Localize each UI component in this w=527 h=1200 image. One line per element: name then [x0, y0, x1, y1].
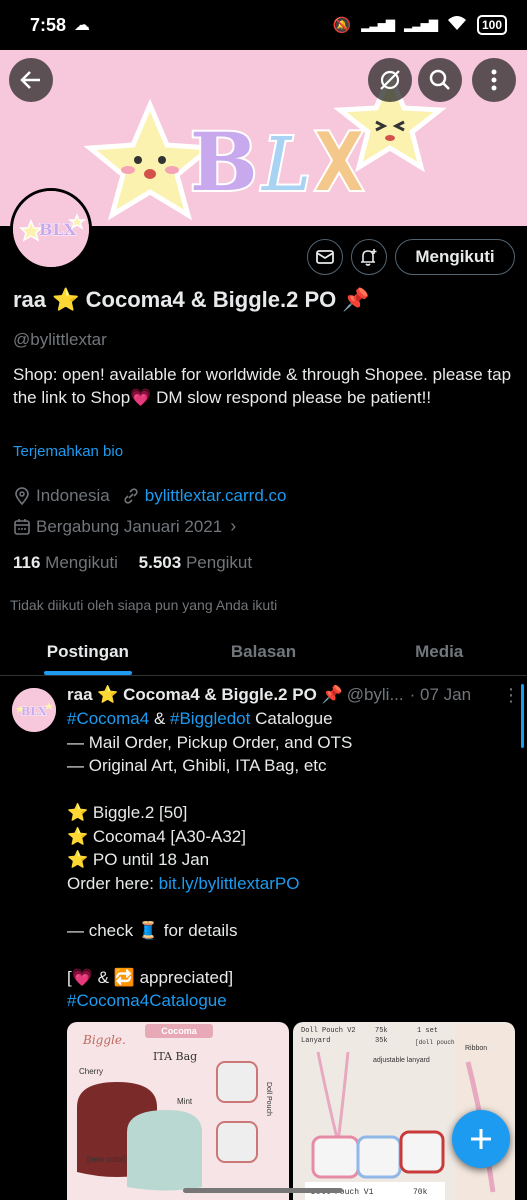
wifi-icon — [447, 15, 467, 35]
bell-plus-icon — [361, 249, 377, 266]
profile-handle: @bylittlextar — [13, 330, 107, 349]
media-price2: 35k — [375, 1037, 388, 1045]
profile-avatar[interactable]: BLX — [10, 188, 92, 270]
post-avatar[interactable]: BLX — [12, 688, 56, 732]
followers-count: 5.503 — [138, 553, 182, 572]
media-new-color: [new color] — [87, 1155, 126, 1164]
scrollbar[interactable] — [521, 684, 524, 748]
post-line6: ⭐ PO until 18 Jan — [67, 850, 210, 869]
post-text: #Cocoma4 & #Biggledot Catalogue — Mail O… — [67, 707, 512, 1013]
search-icon — [429, 69, 450, 90]
post-date: · 07 Jan — [409, 685, 472, 704]
post-author-handle: @byli... — [346, 685, 404, 704]
grok-icon — [380, 70, 400, 90]
media-ribbon: Ribbon — [465, 1045, 487, 1052]
arrow-left-icon — [20, 71, 40, 89]
followers-label: Pengikut — [185, 553, 253, 572]
hashtag-biggledot[interactable]: #Biggledot — [170, 709, 250, 728]
post-more-icon[interactable]: ⋮ — [502, 685, 520, 706]
back-button[interactable] — [9, 58, 53, 102]
battery-icon: 100 — [476, 15, 507, 35]
location-pin-icon — [15, 487, 29, 505]
signal-icon: ▂▃▅▇ — [361, 18, 395, 32]
following-stat[interactable]: 116 Mengikuti — [13, 553, 118, 572]
post-header: raa ⭐ Cocoma4 & Biggle.2 PO 📌 @byli... ·… — [67, 685, 517, 705]
cloud-icon: ☁ — [74, 17, 91, 34]
media-mint: Mint — [177, 1097, 193, 1106]
svg-text:BLX: BLX — [39, 220, 77, 239]
status-icons: 🔕 ▂▃▅▇ ▂▃▅▇ 100 — [332, 15, 507, 35]
compose-button[interactable] — [452, 1110, 510, 1168]
post-line4: ⭐ Biggle.2 [50] — [67, 803, 188, 822]
post-line1-rest: Catalogue — [250, 709, 333, 728]
media-set-label: 1 set — [417, 1027, 438, 1035]
profile-tabs: Postingan Balasan Media — [0, 628, 527, 676]
tab-media[interactable]: Media — [351, 628, 527, 675]
svg-text:L: L — [260, 122, 311, 208]
gesture-nav-bar[interactable] — [183, 1188, 343, 1193]
profile-meta-location-row: Indonesia bylittlextar.carrd.co — [13, 486, 286, 506]
svg-text:BLX: BLX — [21, 705, 47, 718]
post-line8: — check 🧵 for details — [67, 920, 238, 940]
following-button[interactable]: Mengikuti — [395, 239, 515, 275]
svg-text:B: B — [190, 115, 258, 209]
mute-icon: 🔕 — [332, 17, 352, 34]
post-media-left[interactable]: Cocoma Biggle. ITA Bag Cherry Mint [new … — [67, 1022, 289, 1200]
notification-button[interactable] — [351, 239, 387, 275]
post-line3: — Original Art, Ghibli, ITA Bag, etc — [67, 756, 327, 775]
post-amp: & — [149, 709, 171, 728]
plus-icon — [471, 1129, 491, 1149]
media-doll-pouch: Doll Pouch — [265, 1082, 272, 1116]
media-pouch-v2: Doll Pouch V2 — [301, 1027, 356, 1035]
following-label: Mengikuti — [45, 553, 118, 572]
translate-bio-link[interactable]: Terjemahkan bio — [13, 443, 123, 460]
hashtag-cocoma4catalogue[interactable]: #Cocoma4Catalogue — [67, 991, 227, 1010]
avatar-logo: BLX — [13, 191, 89, 267]
profile-joined: Bergabung Januari 2021 — [36, 516, 223, 536]
profile-bio: Shop: open! available for worldwide & th… — [13, 365, 512, 407]
not-followed-text: Tidak diikuti oleh siapa pun yang Anda i… — [10, 597, 278, 613]
media-title: Cocoma — [161, 1026, 198, 1036]
media-price-v1: 70k — [413, 1188, 428, 1197]
status-time: 7:58 — [30, 14, 67, 35]
link-icon — [124, 488, 138, 504]
calendar-icon — [14, 518, 30, 535]
more-options-button[interactable] — [472, 58, 516, 102]
tab-posts[interactable]: Postingan — [0, 628, 176, 675]
media-cherry: Cherry — [79, 1067, 103, 1076]
post-line2: — Mail Order, Pickup Order, and OTS — [67, 732, 353, 752]
profile-meta-joined-row: Bergabung Januari 2021 › — [13, 516, 236, 537]
signal-icon-2: ▂▃▅▇ — [404, 18, 438, 32]
search-button[interactable] — [418, 58, 462, 102]
post-order-prefix: Order here: — [67, 873, 159, 893]
chevron-right-icon[interactable]: › — [230, 516, 236, 537]
post-line5: ⭐ Cocoma4 [A30-A32] — [67, 826, 246, 846]
status-bar: 7:58 ☁ 🔕 ▂▃▅▇ ▂▃▅▇ 100 — [0, 0, 527, 50]
grok-button[interactable] — [368, 58, 412, 102]
profile-location: Indonesia — [36, 486, 110, 505]
tab-replies[interactable]: Balasan — [176, 628, 352, 675]
more-vertical-icon — [491, 69, 497, 91]
post-order-link[interactable]: bit.ly/bylittlextarPO — [159, 874, 300, 893]
catalogue-image-bags: Cocoma Biggle. ITA Bag Cherry Mint [new … — [67, 1022, 289, 1200]
envelope-icon — [316, 250, 334, 264]
profile-name: raa ⭐ Cocoma4 & Biggle.2 PO 📌 — [13, 287, 370, 312]
following-count: 116 — [13, 553, 41, 572]
media-lanyard: Lanyard — [301, 1037, 330, 1045]
post-line9: [💗 & 🔁 appreciated] — [67, 967, 234, 987]
svg-text:X: X — [315, 116, 363, 209]
followers-stat[interactable]: 5.503 Pengikut — [139, 553, 252, 572]
profile-website-link[interactable]: bylittlextar.carrd.co — [145, 486, 287, 506]
hashtag-cocoma4[interactable]: #Cocoma4 — [67, 709, 149, 728]
media-price1: 75k — [375, 1027, 388, 1035]
media-brand: Biggle. — [82, 1033, 126, 1047]
media-adj: adjustable lanyard — [373, 1057, 430, 1064]
media-bag-label: ITA Bag — [153, 1050, 197, 1063]
post-avatar-logo: BLX — [12, 688, 56, 732]
post-author-name[interactable]: raa ⭐ Cocoma4 & Biggle.2 PO 📌 — [67, 685, 343, 705]
profile-stats: 116 Mengikuti 5.503 Pengikut — [13, 553, 252, 573]
message-button[interactable] — [307, 239, 343, 275]
